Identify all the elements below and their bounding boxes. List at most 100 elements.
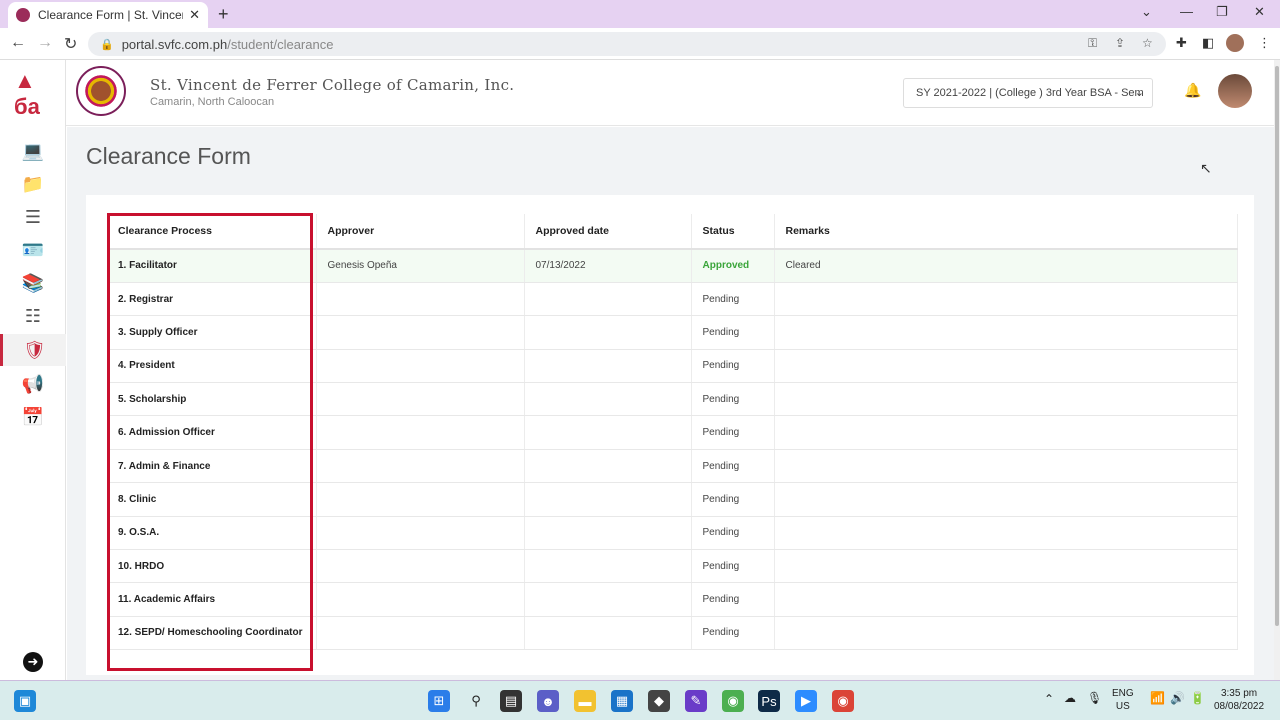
language-top: ENG <box>1112 688 1134 699</box>
tab-search-icon[interactable]: ⌄ <box>1141 4 1152 20</box>
table-row: 5. Scholarship Pending <box>107 382 1238 417</box>
table-row: 2. Registrar Pending <box>107 282 1238 317</box>
tray-chevron-up-icon[interactable]: ⌃ <box>1044 693 1054 706</box>
main-content: Clearance Form Clearance Process Approve… <box>67 127 1274 680</box>
cell-status: Pending <box>691 616 775 651</box>
app-cube-icon[interactable]: ◆ <box>648 690 670 712</box>
restore-icon[interactable]: ❐ <box>1216 4 1228 20</box>
menu-kebab-icon[interactable]: ⋮ <box>1258 35 1271 51</box>
logout-arrow-icon[interactable]: ➜ <box>23 652 43 672</box>
chrome-icon[interactable]: ◉ <box>722 690 744 712</box>
start-menu-icon[interactable]: ⊞ <box>428 690 450 712</box>
zoom-icon[interactable]: ▶ <box>795 690 817 712</box>
bookmark-star-icon[interactable]: ☆ <box>1142 36 1153 50</box>
cell-process: 5. Scholarship <box>107 382 317 417</box>
task-view-icon[interactable]: ▤ <box>500 690 522 712</box>
reload-icon[interactable]: ↻ <box>64 34 77 54</box>
cell-approved-date <box>524 415 692 450</box>
volume-icon[interactable]: 🔊 <box>1170 692 1185 705</box>
cell-status: Pending <box>691 382 775 417</box>
sidebar-item-tasks[interactable]: ☷ <box>0 300 66 332</box>
sidebar-item-library[interactable]: 📚 <box>0 267 66 299</box>
school-year-select[interactable]: SY 2021-2022 | (College ) 3rd Year BSA -… <box>903 78 1153 108</box>
cell-remarks <box>774 616 1238 651</box>
cell-status: Pending <box>691 315 775 350</box>
list-icon: ☰ <box>24 206 42 227</box>
table-row: 1. Facilitator Genesis Opeña 07/13/2022 App… <box>107 249 1238 283</box>
browser-toolbar: ← → ↻ 🔒 portal.svfc.com.ph/student/clear… <box>0 28 1280 60</box>
sidepanel-icon[interactable]: ◧ <box>1202 35 1214 51</box>
back-icon[interactable]: ← <box>10 34 26 52</box>
cell-remarks <box>774 415 1238 450</box>
weather-icon[interactable]: ☁ <box>1064 692 1076 705</box>
cell-status: Pending <box>691 516 775 551</box>
cell-approved-date <box>524 616 692 651</box>
forward-icon[interactable]: → <box>37 34 53 52</box>
key-icon[interactable]: ⚿ <box>1088 36 1097 51</box>
page-scrollbar[interactable] <box>1274 60 1280 680</box>
cell-process: 6. Admission Officer <box>107 415 317 450</box>
cell-approver <box>316 349 525 384</box>
close-window-icon[interactable]: ✕ <box>1254 4 1265 20</box>
id-card-icon: 🪪 <box>21 239 45 260</box>
address-bar[interactable]: 🔒 portal.svfc.com.ph/student/clearance ⚿… <box>88 32 1166 56</box>
share-icon[interactable]: ⇪ <box>1115 36 1125 50</box>
cell-approver <box>316 382 525 417</box>
cell-process: 8. Clinic <box>107 482 317 517</box>
cell-approved-date <box>524 315 692 350</box>
cell-approver: Genesis Opeña <box>316 249 525 283</box>
search-icon[interactable]: ⚲ <box>465 690 487 712</box>
wifi-icon[interactable]: 📶 <box>1150 692 1165 705</box>
extensions-icon[interactable]: ✚ <box>1176 35 1187 51</box>
clock-date: 08/08/2022 <box>1214 701 1265 712</box>
sidebar-item-list[interactable]: ☰ <box>0 201 66 233</box>
user-avatar[interactable] <box>1218 74 1252 108</box>
widgets-icon[interactable]: ▣ <box>14 690 36 712</box>
lock-icon[interactable]: 🔒 <box>100 38 114 51</box>
microphone-icon[interactable]: 🎙 <box>1087 692 1102 705</box>
page-title: Clearance Form <box>86 143 251 169</box>
cell-process: 11. Academic Affairs <box>107 582 317 617</box>
browser-tab[interactable]: Clearance Form | St. Vincent de F ✕ <box>8 2 208 28</box>
column-header: Approver <box>316 214 525 250</box>
table-row: 11. Academic Affairs Pending <box>107 582 1238 617</box>
cell-process: 2. Registrar <box>107 282 317 317</box>
sidebar-item-profile[interactable]: 🪪 <box>0 234 66 266</box>
sidebar-item-dashboard[interactable]: 💻 <box>0 135 66 167</box>
cell-status: Pending <box>691 349 775 384</box>
clock[interactable]: 3:35 pm 08/08/2022 <box>1214 687 1264 713</box>
table-row: 7. Admin & Finance Pending <box>107 449 1238 484</box>
table-row: 4. President Pending <box>107 349 1238 384</box>
photoshop-icon[interactable]: Ps <box>758 690 780 712</box>
cell-remarks <box>774 582 1238 617</box>
cell-approver <box>316 516 525 551</box>
minimize-icon[interactable]: — <box>1180 4 1193 19</box>
cell-process: 9. O.S.A. <box>107 516 317 551</box>
store-icon[interactable]: ▦ <box>611 690 633 712</box>
new-tab-icon[interactable]: + <box>218 4 229 25</box>
sidebar-item-announcements[interactable]: 📢 <box>0 368 66 400</box>
notification-bell-icon[interactable]: 🔔 <box>1184 82 1201 99</box>
sidebar-item-clearance[interactable]: 🛡 <box>0 334 66 366</box>
app-logo-icon[interactable]: ▲ ба <box>14 68 48 119</box>
close-tab-icon[interactable]: ✕ <box>189 7 200 23</box>
language-indicator[interactable]: ENG US <box>1112 687 1134 713</box>
cell-approver <box>316 315 525 350</box>
file-explorer-icon[interactable]: ▬ <box>574 690 596 712</box>
clearance-table: Clearance Process Approver Approved date… <box>107 214 1238 651</box>
cell-approved-date <box>524 482 692 517</box>
cell-status: Pending <box>691 482 775 517</box>
profile-avatar[interactable] <box>1226 34 1244 52</box>
cell-approved-date <box>524 282 692 317</box>
cell-remarks: Cleared <box>774 249 1238 283</box>
app-pen-icon[interactable]: ✎ <box>685 690 707 712</box>
table-header-row: Clearance Process Approver Approved date… <box>107 214 1238 250</box>
school-location: Camarin, North Caloocan <box>150 96 275 108</box>
sidebar-item-calendar[interactable]: 📅 <box>0 401 66 433</box>
battery-icon[interactable]: 🔋 <box>1190 692 1205 705</box>
column-header: Remarks <box>774 214 1238 250</box>
sidebar-item-files[interactable]: 📁 <box>0 168 66 200</box>
teams-chat-icon[interactable]: ☻ <box>537 690 559 712</box>
chrome-active-icon[interactable]: ◉ <box>832 690 854 712</box>
books-icon: 📚 <box>21 272 45 293</box>
